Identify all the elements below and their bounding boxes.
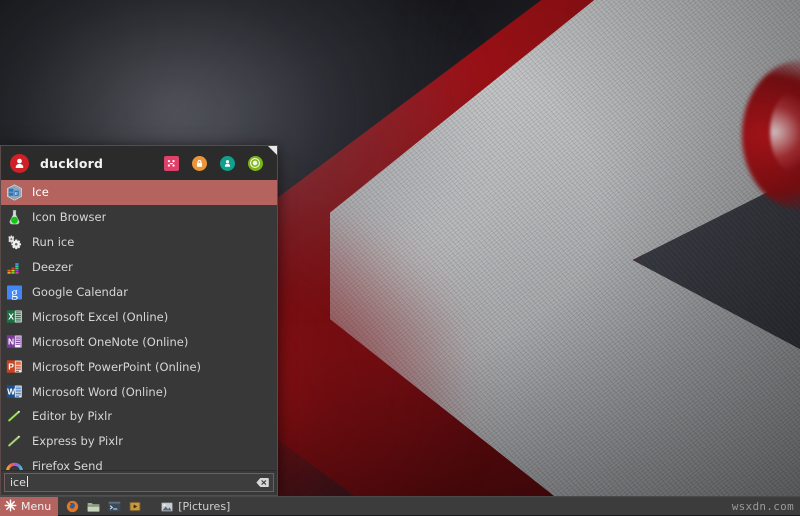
list-item-label: Microsoft PowerPoint (Online) [32, 359, 202, 374]
icon-browser-icon [6, 209, 23, 226]
taskbar: Menu [Pictures] [0, 496, 800, 516]
power-button[interactable] [247, 155, 263, 171]
search-input[interactable]: ice [4, 473, 274, 492]
list-item-label: Editor by Pixlr [32, 409, 113, 424]
ice-icon: e [6, 184, 23, 201]
application-list: e Ice Icon Browser Run ice Deezer g Goog… [1, 180, 277, 471]
powerpoint-icon: P [6, 358, 23, 375]
menu-button-label: Menu [21, 499, 52, 513]
avatar[interactable] [10, 153, 29, 173]
pixlr-express-icon [6, 433, 23, 450]
user-icon [219, 155, 235, 171]
settings-button[interactable] [163, 155, 179, 171]
power-icon [247, 155, 263, 171]
mint-menu-icon [4, 497, 17, 516]
list-item-label: Express by Pixlr [32, 434, 123, 449]
terminal-icon[interactable] [107, 499, 121, 513]
onenote-icon: N [6, 333, 23, 350]
list-item-label: Ice [32, 185, 49, 200]
logout-button[interactable] [219, 155, 235, 171]
list-item-label: Google Calendar [32, 285, 128, 299]
list-item[interactable]: Deezer [1, 255, 277, 280]
svg-text:g: g [11, 285, 18, 300]
deezer-icon [6, 259, 23, 276]
text-caret [26, 476, 28, 487]
list-item[interactable]: Firefox Send [1, 454, 277, 471]
list-item[interactable]: e Ice [1, 180, 277, 205]
pixlr-editor-icon [6, 408, 23, 425]
list-item[interactable]: Icon Browser [1, 205, 277, 230]
file-manager-icon[interactable] [86, 499, 100, 513]
list-item[interactable]: X Microsoft Excel (Online) [1, 304, 277, 329]
search-text-value: ice [10, 476, 26, 489]
clear-icon[interactable] [256, 477, 269, 488]
firefox-icon[interactable] [65, 499, 79, 513]
list-item-label: Microsoft OneNote (Online) [32, 334, 189, 349]
list-item[interactable]: N Microsoft OneNote (Online) [1, 329, 277, 354]
lock-screen-button[interactable] [191, 155, 207, 171]
svg-text:X: X [8, 312, 14, 322]
google-calendar-icon: g [6, 284, 23, 301]
firefox-send-icon [6, 458, 23, 470]
list-item[interactable]: Express by Pixlr [1, 429, 277, 454]
svg-text:e: e [15, 191, 18, 197]
list-item[interactable]: W Microsoft Word (Online) [1, 379, 277, 404]
list-item[interactable]: g Google Calendar [1, 280, 277, 305]
resize-grip[interactable] [268, 146, 277, 155]
window-button[interactable]: [Pictures] [156, 498, 235, 515]
list-item[interactable]: P Microsoft PowerPoint (Online) [1, 354, 277, 379]
list-item-label: Microsoft Excel (Online) [32, 309, 169, 324]
image-viewer-icon [161, 497, 173, 516]
lock-icon [191, 155, 207, 171]
menu-header: ducklord [1, 146, 277, 180]
search-input-value: ice [10, 476, 256, 489]
settings-icon [163, 155, 179, 171]
username-label: ducklord [40, 155, 104, 171]
list-item-label: Deezer [32, 260, 73, 275]
excel-icon: X [6, 308, 23, 325]
media-player-icon[interactable] [128, 499, 142, 513]
taskbar-launchers [58, 499, 142, 513]
list-item-label: Icon Browser [32, 210, 107, 225]
list-item[interactable]: Editor by Pixlr [1, 404, 277, 429]
watermark: wsxdn.com [731, 500, 794, 513]
window-list: [Pictures] [156, 498, 235, 515]
window-button-label: [Pictures] [178, 499, 231, 513]
list-item-label: Run ice [32, 235, 75, 250]
svg-text:W: W [7, 387, 16, 397]
search-bar-container: ice [1, 471, 277, 495]
list-item-label: Microsoft Word (Online) [32, 384, 168, 399]
run-ice-icon [6, 234, 23, 251]
word-icon: W [6, 383, 23, 400]
svg-text:P: P [8, 362, 14, 372]
menu-button[interactable]: Menu [0, 496, 59, 516]
menu-header-actions [163, 155, 271, 171]
list-item[interactable]: Run ice [1, 230, 277, 255]
list-item-label: Firefox Send [32, 459, 103, 471]
svg-text:N: N [8, 337, 14, 347]
application-menu-panel: ducklord e Ice Icon Browser Run ice Deez… [0, 145, 278, 496]
